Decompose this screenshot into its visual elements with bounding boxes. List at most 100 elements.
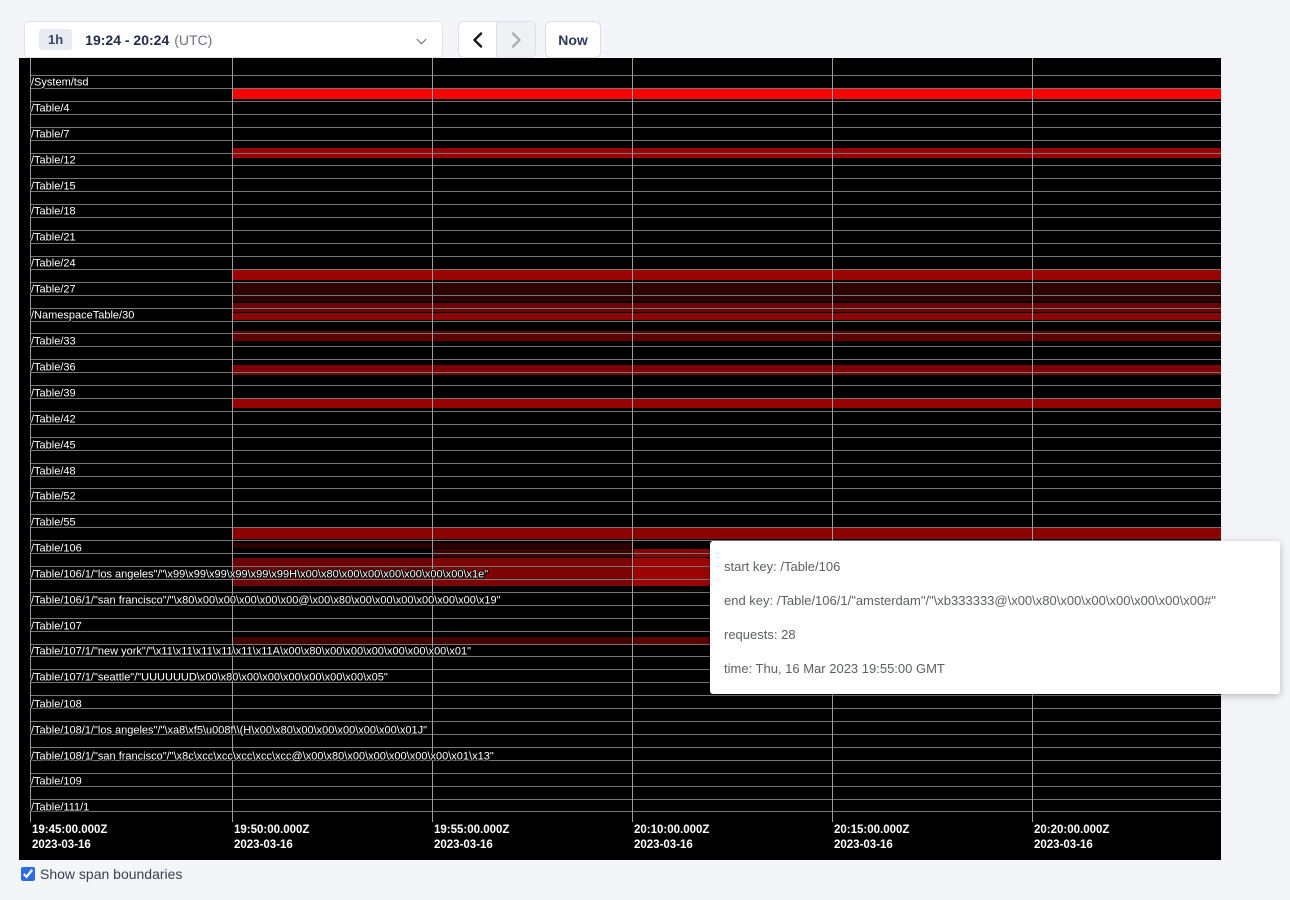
tick-time: 19:50:00.000Z [234,823,309,838]
span-boundary-line [30,88,1221,89]
span-boundary-line [30,191,1221,192]
span-boundary-line [30,230,1221,231]
span-key-label: /Table/106/1/"los angeles"/"\x99\x99\x99… [31,569,488,582]
tooltip-start-key: start key: /Table/106 [724,550,1266,584]
span-boundary-line [30,411,1221,412]
span-boundary-line [30,437,1221,438]
span-key-label: /System/tsd [31,77,88,90]
span-key-label: /NamespaceTable/30 [31,310,134,323]
span-boundary-line [30,321,1221,322]
span-boundary-line [30,282,1221,283]
time-range-selector[interactable]: 1h 19:24 - 20:24 (UTC) [24,21,443,58]
tick-date: 2023-03-16 [1034,838,1109,853]
span-boundary-line [30,140,1221,141]
tick-date: 2023-03-16 [32,838,107,853]
time-range-timezone: (UTC) [174,32,212,48]
span-boundary-line [30,256,1221,257]
show-span-boundaries-label: Show span boundaries [40,866,182,882]
span-boundary-line [30,101,1221,102]
heat-stripe [232,398,1221,408]
span-key-label: /Table/108 [31,699,82,712]
span-key-label: /Table/107/1/"seattle"/"UUUUUUD\x00\x80\… [31,672,388,685]
span-key-label: /Table/55 [31,517,76,530]
span-key-label: /Table/24 [31,258,76,271]
span-key-label: /Table/33 [31,336,76,349]
show-span-boundaries-checkbox[interactable] [21,867,35,881]
toolbar: 1h 19:24 - 20:24 (UTC) Now [0,0,1290,58]
heat-stripe [232,282,1221,301]
heat-stripe [232,88,1221,99]
heat-stripe [232,313,1221,320]
span-boundary-line [30,786,1221,787]
span-boundary-line [30,269,1221,270]
span-boundary-line [30,799,1221,800]
span-boundary-line [30,114,1221,115]
tick-date: 2023-03-16 [434,838,509,853]
span-key-label: /Table/106 [31,543,82,556]
heat-stripe [232,543,634,548]
tooltip-requests: requests: 28 [724,618,1266,652]
tooltip-time: time: Thu, 16 Mar 2023 19:55:00 GMT [724,652,1266,686]
span-boundary-line [30,514,1221,515]
span-key-label: /Table/15 [31,181,76,194]
show-span-boundaries-control[interactable]: Show span boundaries [21,866,182,882]
tick-date: 2023-03-16 [834,838,909,853]
x-axis-tick-label: 19:50:00.000Z2023-03-16 [234,823,309,853]
chevron-down-icon [418,36,426,44]
span-boundary-line [30,217,1221,218]
tick-time: 20:20:00.000Z [1034,823,1109,838]
tick-date: 2023-03-16 [634,838,709,853]
tick-time: 19:45:00.000Z [32,823,107,838]
span-key-label: /Table/111/1 [31,802,89,815]
tick-date: 2023-03-16 [234,838,309,853]
span-boundary-line [30,527,1221,528]
previous-window-button[interactable] [459,22,497,57]
span-boundary-line [30,75,1221,76]
heat-stripe [232,269,1221,280]
time-gridline [1032,58,1033,822]
next-window-button[interactable] [497,22,535,57]
now-button[interactable]: Now [545,21,601,58]
span-boundary-line [30,424,1221,425]
span-key-label: /Table/36 [31,362,76,375]
tick-time: 20:10:00.000Z [634,823,709,838]
span-key-label: /Table/42 [31,414,76,427]
span-key-label: /Table/108/1/"los angeles"/"\xa8\xf5\u00… [31,725,427,738]
span-boundary-line [30,127,1221,128]
span-boundary-line [30,488,1221,489]
heat-stripe [232,528,1221,539]
time-window-pager [458,21,536,58]
span-boundary-line [30,243,1221,244]
span-boundary-line [30,476,1221,477]
heat-stripe [232,365,1221,375]
chevron-right-icon [511,32,522,48]
span-boundary-line [30,721,1221,722]
time-gridline [432,58,433,822]
span-boundary-line [30,450,1221,451]
span-boundary-line [30,165,1221,166]
span-boundary-line [30,346,1221,347]
x-axis-tick-label: 20:10:00.000Z2023-03-16 [634,823,709,853]
span-boundary-line [30,773,1221,774]
x-axis-tick-label: 20:20:00.000Z2023-03-16 [1034,823,1109,853]
span-key-label: /Table/7 [31,129,70,142]
span-key-label: /Table/52 [31,491,76,504]
key-visualizer-canvas[interactable]: /System/tsd/Table/4/Table/7/Table/12/Tab… [19,58,1221,860]
x-axis-tick-label: 19:55:00.000Z2023-03-16 [434,823,509,853]
time-range-value: 19:24 - 20:24 [85,32,169,48]
span-key-label: /Table/48 [31,466,76,479]
time-gridline [232,58,233,822]
span-key-label: /Table/4 [31,103,70,116]
tick-time: 19:55:00.000Z [434,823,509,838]
tooltip-end-key: end key: /Table/106/1/"amsterdam"/"\xb33… [724,584,1266,618]
span-boundary-line [30,153,1221,154]
x-axis-tick-label: 20:15:00.000Z2023-03-16 [834,823,909,853]
span-boundary-line [30,385,1221,386]
span-boundary-line [30,372,1221,373]
x-axis-tick-label: 19:45:00.000Z2023-03-16 [32,823,107,853]
time-gridline [632,58,633,822]
time-gridline [832,58,833,822]
hover-tooltip: start key: /Table/106 end key: /Table/10… [710,541,1280,694]
span-boundary-line [30,695,1221,696]
span-boundary-line [30,295,1221,296]
